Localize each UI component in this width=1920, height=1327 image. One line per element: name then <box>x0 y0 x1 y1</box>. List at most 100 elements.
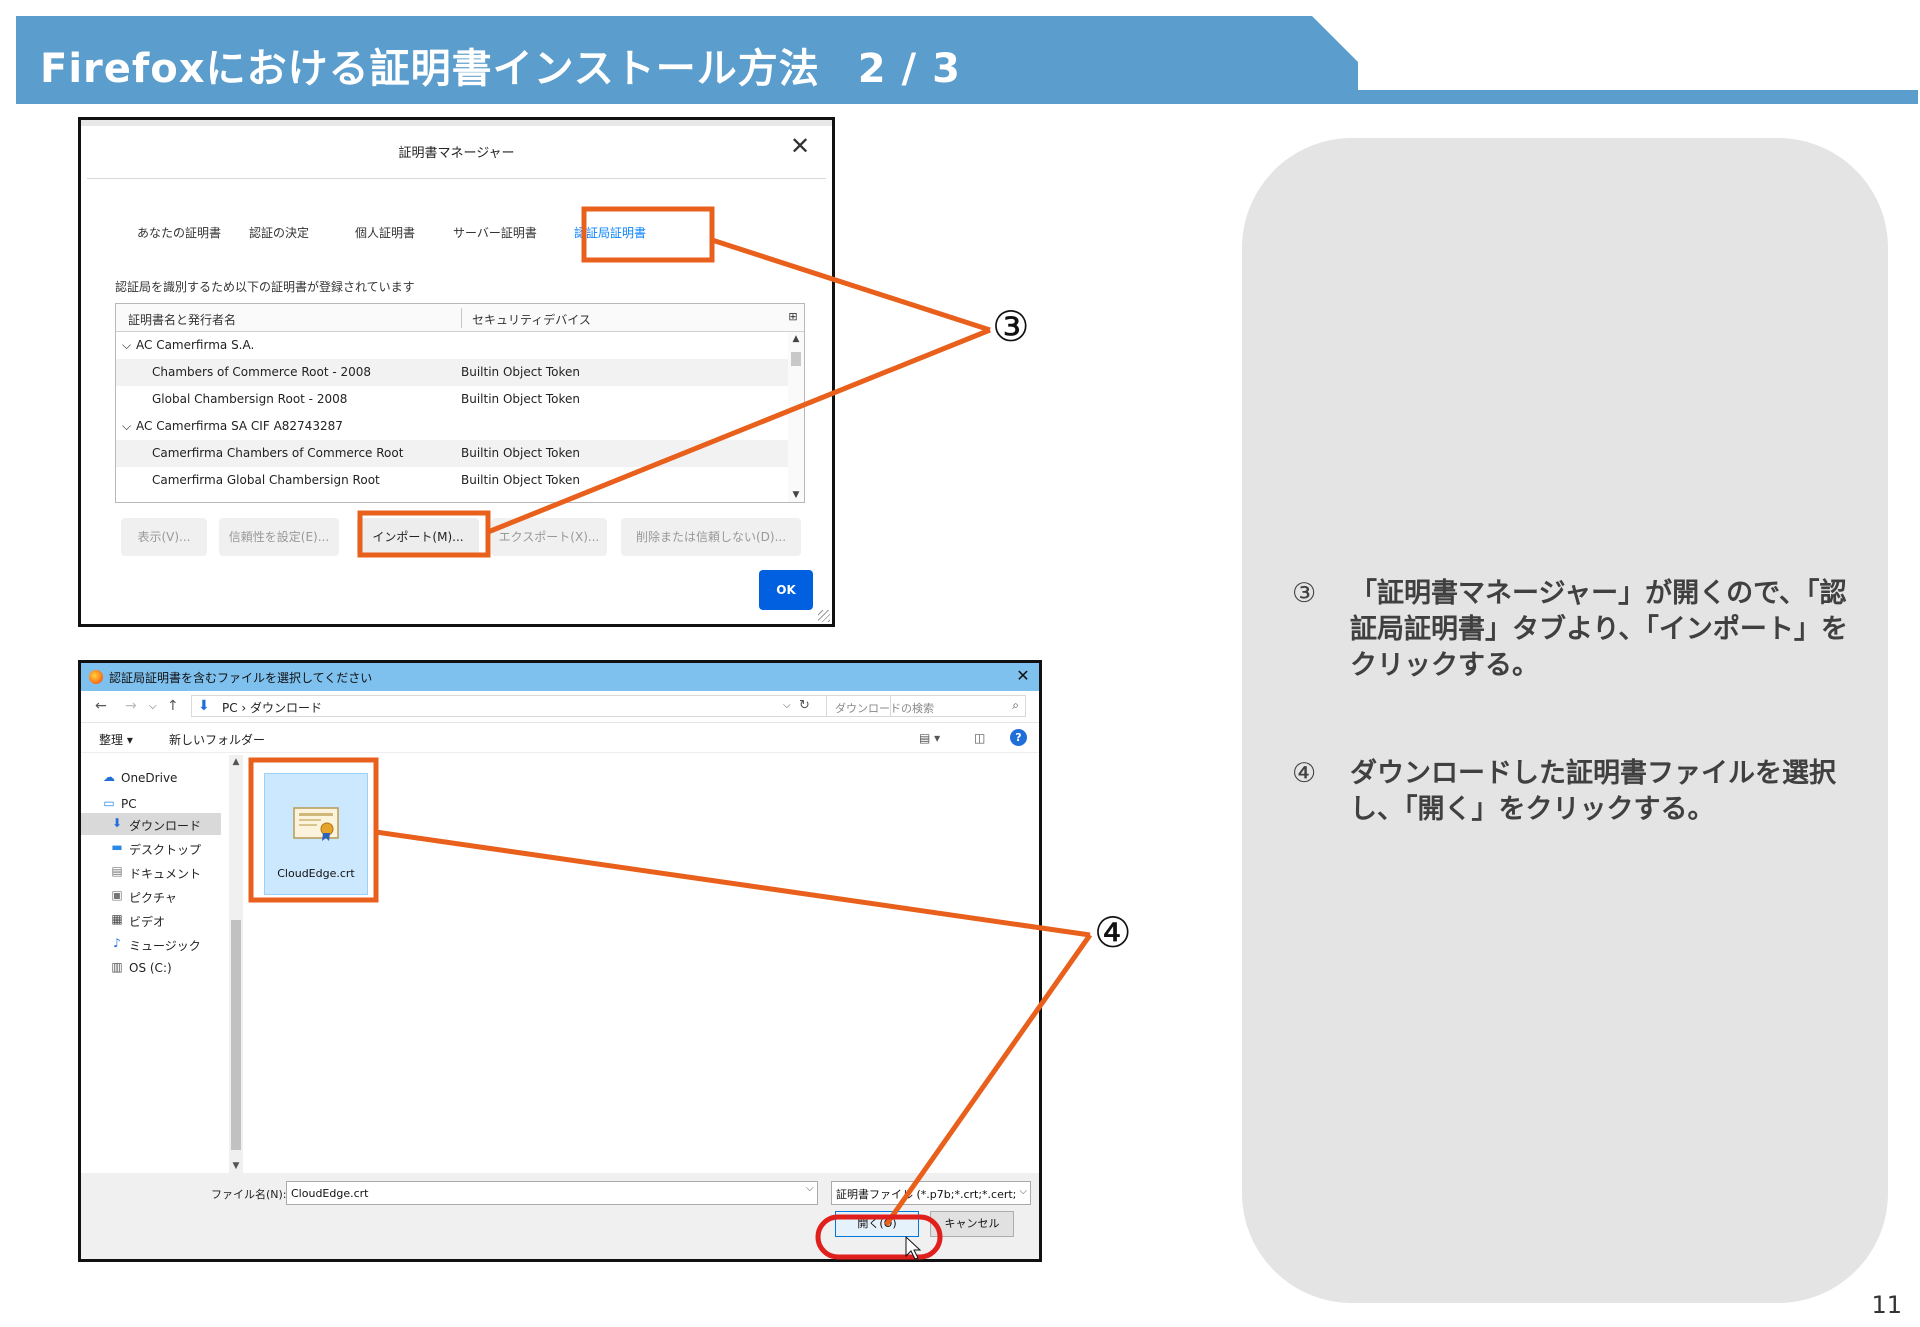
scroll-down-icon[interactable]: ▼ <box>788 490 804 500</box>
command-bar: 整理 ▾ 新しいフォルダー ▤ ▾ ◫ ? <box>81 723 1039 753</box>
divider <box>87 178 826 179</box>
close-icon[interactable]: ✕ <box>1013 666 1033 686</box>
address-dropdown-icon[interactable]: ⌵ <box>783 700 791 711</box>
tab-auth-decisions[interactable]: 認証の決定 <box>249 224 309 241</box>
nav-label: ピクチャ <box>129 891 177 905</box>
nav-item-documents[interactable]: ▤ ドキュメント <box>81 861 221 883</box>
instruction-step-4: ④ ダウンロードした証明書ファイルを選択し、「開く」をクリックする。 <box>1292 756 1852 828</box>
tab-authorities[interactable]: 認証局証明書 <box>574 224 646 241</box>
ok-button[interactable]: OK <box>759 570 813 610</box>
filename-label: ファイル名(N): <box>211 1188 287 1201</box>
breadcrumb[interactable]: PC › ダウンロード <box>222 699 322 716</box>
new-folder-button[interactable]: 新しいフォルダー <box>169 731 265 748</box>
edit-trust-button[interactable]: 信頼性を設定(E)... <box>219 518 339 556</box>
nav-item-videos[interactable]: ▦ ビデオ <box>81 909 221 931</box>
import-button[interactable]: インポート(M)... <box>357 518 479 556</box>
scroll-up-icon[interactable]: ▲ <box>788 334 804 344</box>
view-options-icon[interactable]: ▤ ▾ <box>919 731 940 745</box>
tab-people[interactable]: 個人証明書 <box>355 224 415 241</box>
nav-label: ミュージック <box>129 939 201 953</box>
file-item-cloudedge[interactable]: CloudEdge.crt <box>264 773 368 895</box>
tree-header: 証明書名と発行者名 セキュリティデバイス ⊞ <box>116 304 804 332</box>
navigation-bar: ← → ⌵ ↑ ⬇ PC › ダウンロード ⌵ ↻ ダウンロードの検索 ⌕ <box>81 691 1039 723</box>
dialog-titlebar: 認証局証明書を含むファイルを選択してください ✕ <box>81 663 1039 691</box>
nav-label: ビデオ <box>129 915 166 929</box>
help-icon[interactable]: ? <box>1010 729 1027 746</box>
scroll-thumb[interactable] <box>231 920 241 1150</box>
forward-arrow-icon[interactable]: → <box>125 698 137 714</box>
file-type-value: 証明書ファイル (*.p7b;*.crt;*.cert; <box>836 1188 1017 1201</box>
tree-row[interactable]: Camerfirma Global Chambersign Root Built… <box>116 467 788 494</box>
dialog-title: 証明書マネージャー <box>398 146 515 161</box>
search-input[interactable]: ダウンロードの検索 ⌕ <box>826 695 1026 717</box>
back-arrow-icon[interactable]: ← <box>95 698 107 714</box>
nav-item-pictures[interactable]: ▣ ピクチャ <box>81 885 221 907</box>
chevron-down-icon: ⌵ <box>1019 1186 1027 1197</box>
row-name: Chambers of Commerce Root - 2008 <box>152 365 372 379</box>
nav-item-pc[interactable]: ▭ PC <box>81 793 221 815</box>
nav-item-drive-c[interactable]: ▥ OS (C:) <box>81 957 221 979</box>
refresh-icon[interactable]: ↻ <box>799 698 810 713</box>
column-cert-name[interactable]: 証明書名と発行者名 <box>128 311 236 328</box>
certificate-manager-screenshot: 証明書マネージャー ✕ あなたの証明書 認証の決定 個人証明書 サーバー証明書 … <box>78 117 835 627</box>
tree-row[interactable]: Camerfirma Chambers of Commerce Root Bui… <box>116 440 788 467</box>
recent-locations-icon[interactable]: ⌵ <box>149 701 157 712</box>
tree-scrollbar[interactable]: ▲ ▼ <box>788 332 804 502</box>
column-picker-icon[interactable]: ⊞ <box>786 310 800 324</box>
nav-item-desktop[interactable]: ▬ デスクトップ <box>81 837 221 859</box>
nav-pane-scrollbar[interactable]: ▲ ▼ <box>229 755 243 1173</box>
nav-item-onedrive[interactable]: ☁ OneDrive <box>81 767 221 789</box>
cloud-icon: ☁ <box>103 770 115 784</box>
desktop-icon: ▬ <box>111 840 123 854</box>
tree-row[interactable]: ⌵ AC Camerfirma SA CIF A82743287 <box>116 413 788 440</box>
export-button[interactable]: エクスポート(X)... <box>491 518 607 556</box>
slide: Firefoxにおける証明書インストール方法 2 / 3 証明書マネージャー ✕ … <box>0 0 1920 1327</box>
step-text: 「証明書マネージャー」が開くので、「認証局証明書」タブより、「インポート」をクリ… <box>1350 578 1848 681</box>
nav-item-music[interactable]: ♪ ミュージック <box>81 933 221 955</box>
scroll-down-icon[interactable]: ▼ <box>229 1161 243 1171</box>
download-arrow-icon: ⬇ <box>111 816 123 830</box>
view-button[interactable]: 表示(V)... <box>121 518 207 556</box>
row-name: AC Camerfirma S.A. <box>136 338 255 352</box>
scroll-thumb[interactable] <box>791 352 801 366</box>
nav-label: PC <box>121 797 137 811</box>
filename-dropdown-icon[interactable]: ⌵ <box>806 1183 814 1194</box>
tree-row[interactable]: Chambers of Commerce Root - 2008 Builtin… <box>116 359 788 386</box>
filename-input[interactable] <box>286 1181 818 1205</box>
search-icon[interactable]: ⌕ <box>1012 698 1019 713</box>
step-marker: ④ <box>1292 758 1317 789</box>
expand-chevron-icon[interactable]: ⌵ <box>122 338 131 353</box>
row-name: Camerfirma Global Chambersign Root <box>152 473 380 487</box>
close-icon[interactable]: ✕ <box>786 132 814 160</box>
picture-icon: ▣ <box>111 888 123 902</box>
row-token: Builtin Object Token <box>461 473 581 487</box>
file-type-select[interactable]: 証明書ファイル (*.p7b;*.crt;*.cert; ⌵ <box>831 1181 1031 1205</box>
page-number: 11 <box>1871 1291 1902 1319</box>
document-icon: ▤ <box>111 864 123 878</box>
up-arrow-icon[interactable]: ↑ <box>167 698 179 714</box>
nav-label: OS (C:) <box>129 961 172 975</box>
nav-item-downloads[interactable]: ⬇ ダウンロード <box>81 813 221 835</box>
computer-icon: ▭ <box>103 796 115 810</box>
tab-your-certs[interactable]: あなたの証明書 <box>137 224 221 241</box>
tree-row[interactable]: ⌵ AC Camerfirma S.A. <box>116 332 788 359</box>
open-button[interactable]: 開く(O) <box>835 1211 919 1237</box>
organize-button[interactable]: 整理 ▾ <box>99 731 133 748</box>
delete-distrust-button[interactable]: 削除または信頼しない(D)... <box>621 518 801 556</box>
tree-row[interactable]: Global Chambersign Root - 2008 Builtin O… <box>116 386 788 413</box>
resize-grip-icon[interactable] <box>818 610 830 622</box>
search-placeholder: ダウンロードの検索 <box>835 702 934 715</box>
nav-label: ドキュメント <box>129 867 202 881</box>
expand-chevron-icon[interactable]: ⌵ <box>122 419 131 434</box>
preview-pane-icon[interactable]: ◫ <box>974 731 985 745</box>
row-name: AC Camerfirma SA CIF A82743287 <box>136 419 343 433</box>
tab-servers[interactable]: サーバー証明書 <box>453 224 537 241</box>
scroll-up-icon[interactable]: ▲ <box>229 757 243 767</box>
certificate-tree[interactable]: 証明書名と発行者名 セキュリティデバイス ⊞ ⌵ AC Camerfirma S… <box>115 303 805 503</box>
title-banner: Firefoxにおける証明書インストール方法 2 / 3 <box>16 16 1918 106</box>
top-strip <box>81 120 832 126</box>
column-security-device[interactable]: セキュリティデバイス <box>472 311 591 328</box>
cancel-button[interactable]: キャンセル <box>930 1211 1014 1237</box>
row-name: Global Chambersign Root - 2008 <box>152 392 348 406</box>
step-text: ダウンロードした証明書ファイルを選択し、「開く」をクリックする。 <box>1350 758 1836 825</box>
